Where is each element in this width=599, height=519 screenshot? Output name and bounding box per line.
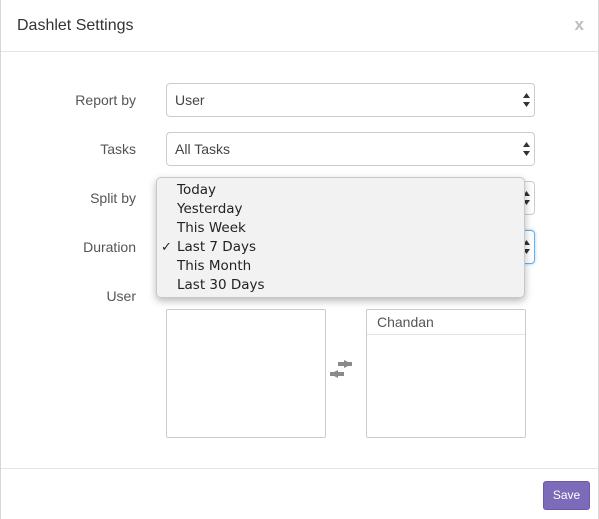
duration-option-this-week[interactable]: This Week (157, 219, 524, 238)
duration-dropdown: Today Yesterday This Week ✓ Last 7 Days T… (156, 177, 525, 298)
selected-users-list[interactable]: Chandan (366, 309, 526, 438)
select-arrows-icon (523, 93, 530, 107)
report-by-value: User (175, 92, 205, 108)
option-label: Today (177, 182, 217, 198)
duration-option-last-30-days[interactable]: Last 30 Days (157, 276, 524, 295)
checkmark-icon: ✓ (161, 240, 172, 255)
dialog-footer (1, 468, 598, 519)
save-button[interactable]: Save (543, 481, 590, 510)
report-by-label: Report by (75, 92, 136, 108)
available-users-list[interactable] (166, 309, 326, 438)
option-label: This Week (177, 220, 246, 236)
swap-arrows-icon[interactable] (330, 360, 352, 378)
select-arrows-icon (523, 142, 530, 156)
selected-user-item[interactable]: Chandan (367, 310, 525, 335)
option-label: Last 7 Days (177, 239, 256, 255)
duration-option-today[interactable]: Today (157, 181, 524, 200)
report-by-select[interactable]: User (166, 83, 535, 117)
split-by-label: Split by (90, 190, 136, 206)
tasks-value: All Tasks (175, 141, 230, 157)
option-label: Last 30 Days (177, 277, 265, 293)
dialog-header: Dashlet Settings x (1, 0, 598, 52)
close-button[interactable]: x (575, 15, 584, 35)
duration-label: Duration (83, 239, 136, 255)
duration-option-last-7-days[interactable]: ✓ Last 7 Days (157, 238, 524, 257)
option-label: Yesterday (177, 201, 243, 217)
duration-option-yesterday[interactable]: Yesterday (157, 200, 524, 219)
duration-option-this-month[interactable]: This Month (157, 257, 524, 276)
option-label: This Month (177, 258, 252, 274)
tasks-label: Tasks (100, 141, 136, 157)
user-label: User (106, 288, 136, 304)
tasks-select[interactable]: All Tasks (166, 132, 535, 166)
dashlet-settings-dialog: Dashlet Settings x Report by User Tasks … (0, 0, 599, 519)
dialog-title: Dashlet Settings (17, 17, 134, 34)
